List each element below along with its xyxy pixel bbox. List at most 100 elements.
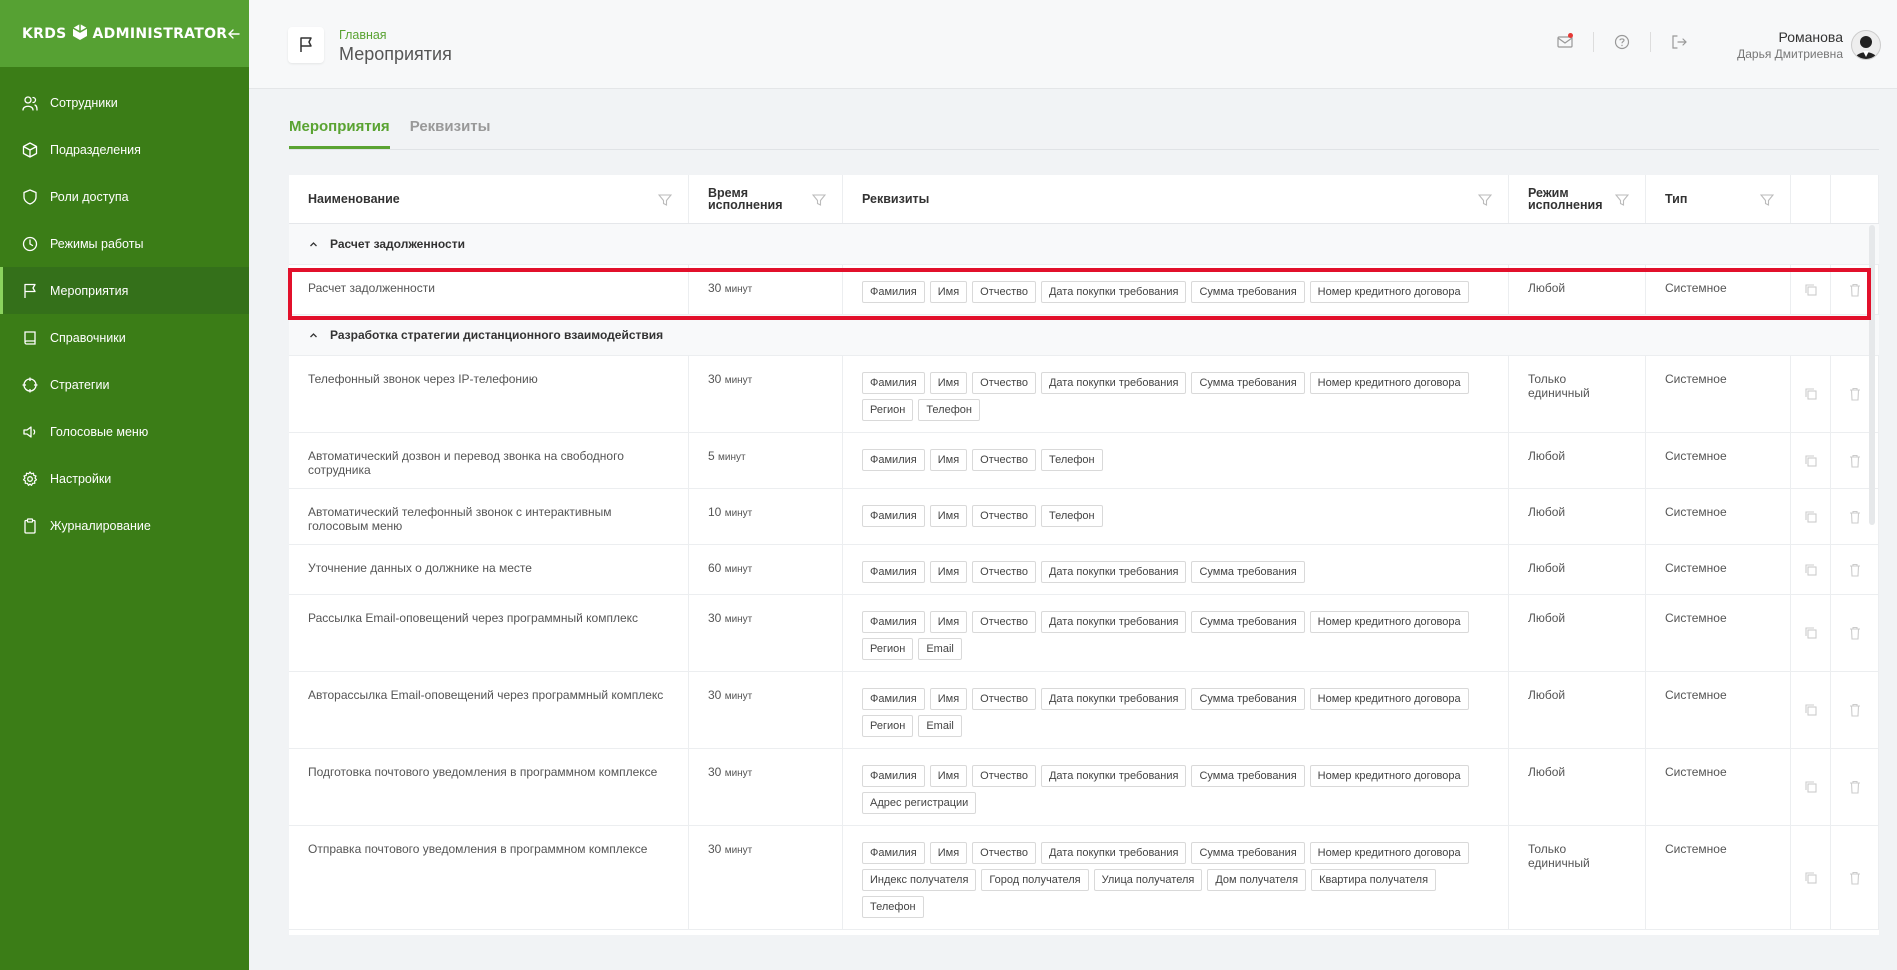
logout-button[interactable] [1651,34,1707,50]
column-mode-label: Режим исполнения [1528,186,1603,212]
trash-icon [1849,283,1860,297]
copy-button[interactable] [1791,489,1831,544]
column-time-label: Время исполнения [708,186,783,212]
gear-icon [22,470,38,487]
requisite-tag: Адрес регистрации [862,792,977,814]
sidebar-item-0[interactable]: Сотрудники [0,79,249,126]
sidebar-item-2[interactable]: Роли доступа [0,173,249,220]
sidebar-item-label: Мероприятия [50,283,129,298]
requisite-tag: Имя [929,765,968,787]
user-info[interactable]: Романова Дарья Дмитриевна [1737,29,1843,61]
filter-icon[interactable] [658,193,672,207]
cell-name: Телефонный звонок через IP-телефонию [289,356,689,432]
table-row[interactable]: Уточнение данных о должнике на месте 60 м… [289,545,1879,595]
delete-button[interactable] [1831,545,1879,594]
copy-button[interactable] [1791,356,1831,432]
sidebar-item-4[interactable]: Мероприятия [0,267,249,314]
trash-icon [1849,387,1860,401]
time-unit: минут [724,691,753,702]
sidebar-item-5[interactable]: Справочники [0,314,249,361]
copy-button[interactable] [1791,433,1831,488]
cell-time: 30 минут [689,265,843,314]
copy-icon [1804,781,1817,793]
breadcrumb-home-link[interactable]: Главная [339,28,452,42]
logo-cube-icon [71,23,89,45]
filter-icon[interactable] [1478,193,1492,207]
table-row[interactable]: Автоматический дозвон и перевод звонка н… [289,433,1879,489]
delete-button[interactable] [1831,672,1879,748]
filter-icon[interactable] [812,193,826,207]
table-row[interactable]: Подготовка почтового уведомления в прогр… [289,749,1879,826]
cell-name: Расчет задолженности [289,265,689,314]
group-row[interactable]: Разработка стратегии дистанционного взаи… [289,315,1879,356]
cell-type: Системное [1646,265,1791,314]
time-unit: минут [724,845,753,856]
delete-button[interactable] [1831,826,1879,929]
table-scrollbar[interactable] [1869,225,1875,525]
copy-button[interactable] [1791,595,1831,671]
requisite-tag: Отчество [972,842,1036,864]
chevron-up-icon [310,332,317,337]
cell-requisites: Фамилия Имя Отчество Телефон [843,489,1509,544]
requisite-tag: Дата покупки требования [1040,561,1187,583]
sidebar-item-9[interactable]: Журналирование [0,502,249,549]
table-row[interactable]: Рассылка Email-оповещений через программ… [289,595,1879,672]
requisite-tag: Номер кредитного договора [1309,765,1469,787]
cell-time: 30 минут [689,672,843,748]
requisite-tag: Отчество [972,611,1036,633]
requisite-tag: Город получателя [981,869,1089,891]
column-header-requisites: Реквизиты [843,175,1509,223]
avatar[interactable] [1851,30,1881,60]
column-name-label: Наименование [308,192,400,206]
table-row[interactable]: Телефонный звонок через IP-телефонию 30 м… [289,356,1879,433]
cell-type: Системное [1646,356,1791,432]
tab-events[interactable]: Мероприятия [289,118,390,149]
messages-button[interactable] [1537,33,1593,49]
requisite-tag: Телефон [1040,449,1103,471]
sidebar-item-6[interactable]: Стратегии [0,361,249,408]
sidebar-item-1[interactable]: Подразделения [0,126,249,173]
tab-requisites[interactable]: Реквизиты [410,118,491,149]
trash-icon [1849,703,1860,717]
requisite-tag: Квартира получателя [1311,869,1437,891]
sidebar-item-8[interactable]: Настройки [0,455,249,502]
requisite-tag: Регион [862,399,914,421]
group-row[interactable]: Расчет задолженности [289,224,1879,265]
events-table: Наименование Время исполнения Реквизиты … [289,175,1879,935]
requisite-tag: Дата покупки требования [1040,611,1187,633]
copy-button[interactable] [1791,826,1831,929]
table-row[interactable]: Авторассылка Email-оповещений через прог… [289,672,1879,749]
requisite-tag: Имя [929,372,968,394]
help-button[interactable] [1594,34,1650,50]
delete-button[interactable] [1831,595,1879,671]
copy-button[interactable] [1791,672,1831,748]
cell-requisites: Фамилия Имя Отчество Дата покупки требовани… [843,672,1509,748]
copy-button[interactable] [1791,545,1831,594]
shield-icon [22,188,38,205]
sidebar-item-3[interactable]: Режимы работы [0,220,249,267]
sidebar-item-7[interactable]: Голосовые меню [0,408,249,455]
cell-mode: Любой [1509,265,1646,314]
filter-icon[interactable] [1760,193,1774,207]
requisite-tag: Имя [929,505,968,527]
requisite-tag: Номер кредитного договора [1309,842,1469,864]
table-row[interactable]: Расчет задолженности 30 минут Фамилия Имя От… [289,265,1879,315]
time-value: 30 [708,765,722,779]
copy-icon [1804,871,1817,884]
table-row[interactable]: Автоматический телефонный звонок с интер… [289,489,1879,545]
sidebar-item-label: Настройки [50,471,112,486]
collapse-sidebar-button[interactable] [227,25,241,43]
requisite-tag: Отчество [972,505,1036,527]
tabs: Мероприятия Реквизиты [289,118,1879,150]
requisite-tag: Сумма требования [1191,688,1305,710]
copy-button[interactable] [1791,749,1831,825]
filter-icon[interactable] [1615,193,1629,207]
clipboard-icon [22,517,38,534]
table-row[interactable]: Отправка почтового уведомления в програм… [289,826,1879,930]
copy-button[interactable] [1791,265,1831,314]
column-header-time: Время исполнения [689,175,843,223]
cell-name: Рассылка Email-оповещений через программ… [289,595,689,671]
requisite-tag: Номер кредитного договора [1309,372,1469,394]
cell-name: Подготовка почтового уведомления в прогр… [289,749,689,825]
delete-button[interactable] [1831,749,1879,825]
